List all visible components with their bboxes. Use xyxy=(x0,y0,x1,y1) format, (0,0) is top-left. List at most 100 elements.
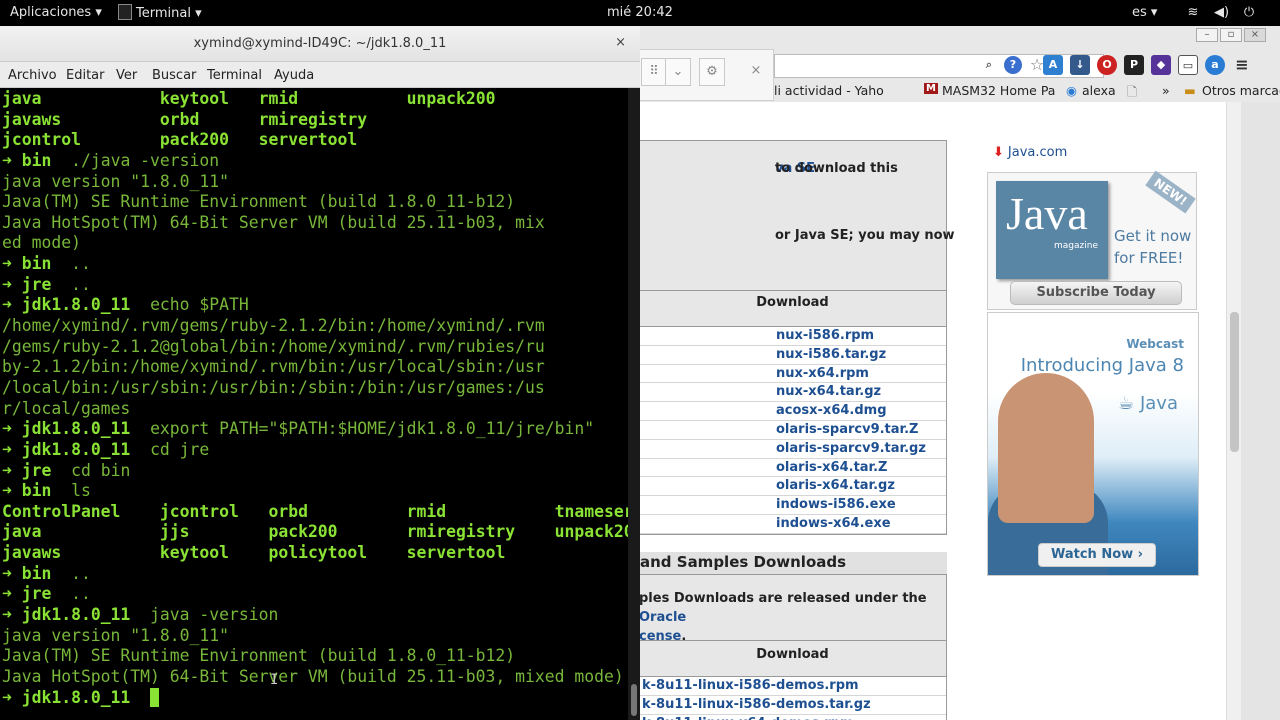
subscribe-button[interactable]: Subscribe Today xyxy=(1010,281,1182,305)
ls-entry: rmiregistry xyxy=(258,109,368,129)
download-file-link[interactable]: nux-x64.tar.gz xyxy=(639,383,946,403)
terminal-titlebar[interactable]: xymind@xymind-ID49C: ~/jdk1.8.0_11 × xyxy=(0,26,640,62)
output-text: /gems/ruby-2.1.2@global/bin:/home/xymind… xyxy=(2,336,545,356)
browser-close-button[interactable]: × xyxy=(1244,28,1266,42)
terminal-line: Java HotSpot(TM) 64-Bit Server VM (build… xyxy=(2,213,628,234)
java8-webcast-ad[interactable]: Webcast Introducing Java 8 ☕ Java Watch … xyxy=(987,312,1199,576)
maximize-button[interactable]: ▫ xyxy=(1220,28,1242,42)
java-com-link[interactable]: ⬇ Java.com xyxy=(993,145,1067,160)
terminal-line: r/local/games xyxy=(2,399,628,420)
download-file-link[interactable]: nux-i586.rpm xyxy=(639,327,946,346)
download-file-link[interactable]: olaris-sparcv9.tar.Z xyxy=(639,421,946,440)
prompt-dir: jre xyxy=(21,460,52,480)
prompt-arrow-icon: ➜ xyxy=(2,687,22,707)
bookmark-alexa[interactable]: alexa xyxy=(1082,83,1116,98)
grid-icon[interactable]: ⠿ xyxy=(641,58,667,86)
minimize-button[interactable]: – xyxy=(1196,28,1218,42)
ls-entry: orbd xyxy=(268,501,308,521)
command-text: echo $PATH xyxy=(150,295,249,315)
download-file-link[interactable]: olaris-x64.tar.gz xyxy=(639,477,946,497)
bookmark-masm32[interactable]: MASM32 Home Pa xyxy=(942,83,1055,98)
pocket-icon[interactable]: P xyxy=(1124,55,1144,75)
output-text: Java(TM) SE Runtime Environment (build 1… xyxy=(2,646,516,666)
terminal-line: ➜ bin .. xyxy=(2,564,628,585)
page-scrollbar-thumb[interactable] xyxy=(1230,312,1239,452)
download-file-link[interactable]: nux-i586.tar.gz xyxy=(639,346,946,365)
prompt-arrow-icon: ➜ xyxy=(2,150,22,170)
input-language[interactable]: es ▾ xyxy=(1132,5,1157,20)
system-tray[interactable]: ≋ ◀) ⏻ xyxy=(1186,5,1256,20)
license-link[interactable]: cense xyxy=(639,629,681,644)
command-text: cd bin xyxy=(71,460,131,480)
ls-entry: rmiregistry xyxy=(406,522,516,542)
terminal-line: ControlPanel jcontrol orbd rmid tnameser… xyxy=(2,502,628,523)
menu-ayuda[interactable]: Ayuda xyxy=(274,68,314,83)
terminal-line: ed mode) xyxy=(2,233,628,254)
command-text: export PATH="$PATH:$HOME/jdk1.8.0_11/jre… xyxy=(150,419,595,439)
download-file-link[interactable]: olaris-x64.tar.Z xyxy=(639,459,946,478)
java-logo-text: Java xyxy=(1139,393,1178,414)
close-icon[interactable]: × xyxy=(743,58,769,86)
download-header-2: Download xyxy=(639,641,946,677)
terminal-line: Java HotSpot(TM) 64-Bit Server VM (build… xyxy=(2,667,628,688)
bookmark-other[interactable]: Otros marcadores xyxy=(1202,83,1280,98)
download-icon[interactable]: ↓ xyxy=(1070,55,1090,75)
translate-icon[interactable]: A xyxy=(1043,55,1063,75)
ls-entry: unpack200 xyxy=(406,89,496,108)
menu-icon[interactable]: ≡ xyxy=(1232,55,1252,75)
alexa-icon[interactable]: a xyxy=(1205,55,1225,75)
clock[interactable]: mié 20:42 xyxy=(607,5,673,20)
download-file-link[interactable]: indows-i586.exe xyxy=(639,496,946,515)
watch-now-button[interactable]: Watch Now › xyxy=(1038,543,1156,567)
gear-icon[interactable]: ⚙ xyxy=(699,58,725,86)
download-file-link[interactable]: k-8u11-linux-i586-demos.rpm xyxy=(639,677,946,696)
menu-buscar[interactable]: Buscar xyxy=(152,68,196,83)
ls-entry: unpack200 xyxy=(554,522,628,542)
terminal-close-button[interactable]: × xyxy=(615,35,626,50)
magazine-cover: Java magazine xyxy=(996,181,1108,279)
command-text: ./java -version xyxy=(71,150,220,170)
terminal-scrollbar[interactable] xyxy=(628,88,640,720)
browser-window: – ▫ × ⠿ ⌄ ⚙ × ⌕ ? ☆ A ↓ O P ◆ ▭ a ≡ li a… xyxy=(638,26,1280,720)
help-icon[interactable]: ? xyxy=(1004,56,1022,74)
terminal-line: ➜ bin .. xyxy=(2,254,628,275)
free-line-1: Get it now xyxy=(1114,227,1192,245)
search-icon[interactable]: ⌕ xyxy=(980,56,998,74)
terminal-line: ➜ bin ./java -version xyxy=(2,151,628,172)
command-text: ls xyxy=(71,481,91,501)
download-header: Download xyxy=(639,291,946,327)
download-file-link[interactable]: indows-x64.exe xyxy=(639,515,946,534)
notice-text-2: or Java SE; you may now xyxy=(775,228,955,243)
menu-editar[interactable]: Editar xyxy=(66,68,105,83)
applications-menu[interactable]: Aplicaciones ▾ xyxy=(10,5,102,20)
command-text: .. xyxy=(71,584,91,604)
adblock-icon[interactable]: O xyxy=(1097,55,1117,75)
prompt-dir: jre xyxy=(21,274,52,294)
download-file-link[interactable]: k-8u11-linux-x64-demos.rpm xyxy=(639,715,946,720)
chevron-down-icon[interactable]: ⌄ xyxy=(665,58,691,86)
bookmark-yahoo[interactable]: li actividad - Yaho xyxy=(774,83,884,98)
download-file-link[interactable]: olaris-sparcv9.tar.gz xyxy=(639,440,946,459)
text-cursor-icon: I xyxy=(270,672,279,688)
extension-icon[interactable]: ◆ xyxy=(1151,55,1171,75)
page-scrollbar[interactable] xyxy=(1226,102,1241,720)
download-file-link[interactable]: k-8u11-linux-i586-demos.tar.gz xyxy=(639,696,946,715)
page-margin xyxy=(1241,102,1280,720)
menu-ver[interactable]: Ver xyxy=(116,68,137,83)
window-icon[interactable]: ▭ xyxy=(1178,55,1198,75)
app-menu[interactable]: Terminal ▾ xyxy=(118,4,202,21)
terminal-scrollbar-thumb[interactable] xyxy=(631,684,637,716)
java-magazine-ad[interactable]: Java magazine NEW! Get it now for FREE! S… xyxy=(987,170,1197,310)
prompt-dir: jre xyxy=(21,584,52,604)
menu-terminal[interactable]: Terminal xyxy=(207,68,262,83)
bookmarks-overflow[interactable]: » xyxy=(1162,83,1170,98)
ls-entry: pack200 xyxy=(268,522,338,542)
volume-icon: ◀) xyxy=(1214,5,1230,20)
menu-archivo[interactable]: Archivo xyxy=(8,68,57,83)
terminal-line: ➜ jre .. xyxy=(2,584,628,605)
output-text: /home/xymind/.rvm/gems/ruby-2.1.2/bin:/h… xyxy=(2,316,545,336)
oracle-license-link[interactable]: Oracle xyxy=(639,610,686,625)
download-file-link[interactable]: nux-x64.rpm xyxy=(639,365,946,384)
download-file-link[interactable]: acosx-x64.dmg xyxy=(639,402,946,421)
terminal-output[interactable]: java keytool rmid unpack200 javaws orbd r… xyxy=(0,88,628,720)
